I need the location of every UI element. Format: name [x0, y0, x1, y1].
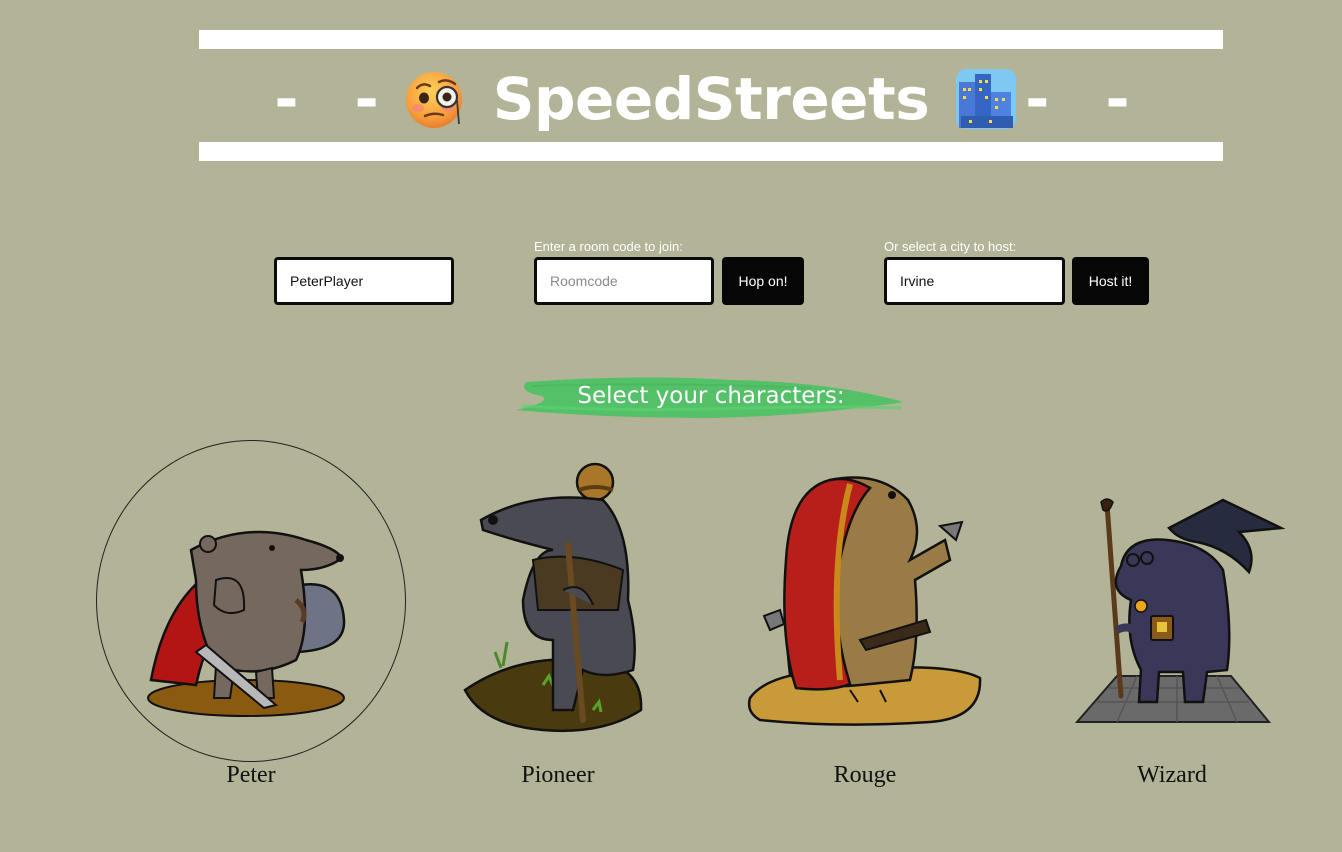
- header-dash-left: - -: [274, 65, 397, 133]
- pioneer-character-image: [463, 462, 643, 733]
- player-name-input[interactable]: [274, 257, 454, 305]
- character-name-peter: Peter: [226, 762, 276, 788]
- hop-on-button[interactable]: Hop on!: [722, 257, 804, 305]
- character-card-peter[interactable]: Peter: [96, 440, 406, 800]
- characters-heading: Select your characters:: [512, 372, 910, 424]
- rouge-character-image: [747, 476, 982, 726]
- face-with-monocle-icon: [405, 68, 467, 130]
- character-card-wizard[interactable]: Wizard: [1017, 440, 1327, 800]
- header-dash-right: - -: [1025, 65, 1148, 133]
- join-room-label: Enter a room code to join:: [534, 239, 683, 254]
- wizard-character-image: [1074, 498, 1286, 723]
- roomcode-input[interactable]: [534, 257, 714, 305]
- city-input[interactable]: [884, 257, 1065, 305]
- lobby-page: - - SpeedStreets - - PeterPlayer Enter a…: [0, 0, 1342, 852]
- character-name-wizard: Wizard: [1137, 762, 1207, 788]
- host-city-label: Or select a city to host:: [884, 239, 1017, 254]
- page-header: - - SpeedStreets - -: [199, 55, 1223, 143]
- host-it-button[interactable]: Host it!: [1072, 257, 1149, 305]
- header-bar-top: [199, 30, 1223, 49]
- character-name-pioneer: Pioneer: [521, 762, 595, 788]
- header-bar-bottom: [199, 142, 1223, 161]
- characters-heading-text: Select your characters:: [577, 383, 845, 409]
- page-title: SpeedStreets: [492, 65, 930, 133]
- character-card-pioneer[interactable]: Pioneer: [403, 440, 713, 800]
- peter-character-image: [147, 530, 346, 717]
- cityscape-icon: [955, 68, 1017, 130]
- character-name-rouge: Rouge: [833, 762, 897, 788]
- character-card-rouge[interactable]: Rouge: [710, 440, 1020, 800]
